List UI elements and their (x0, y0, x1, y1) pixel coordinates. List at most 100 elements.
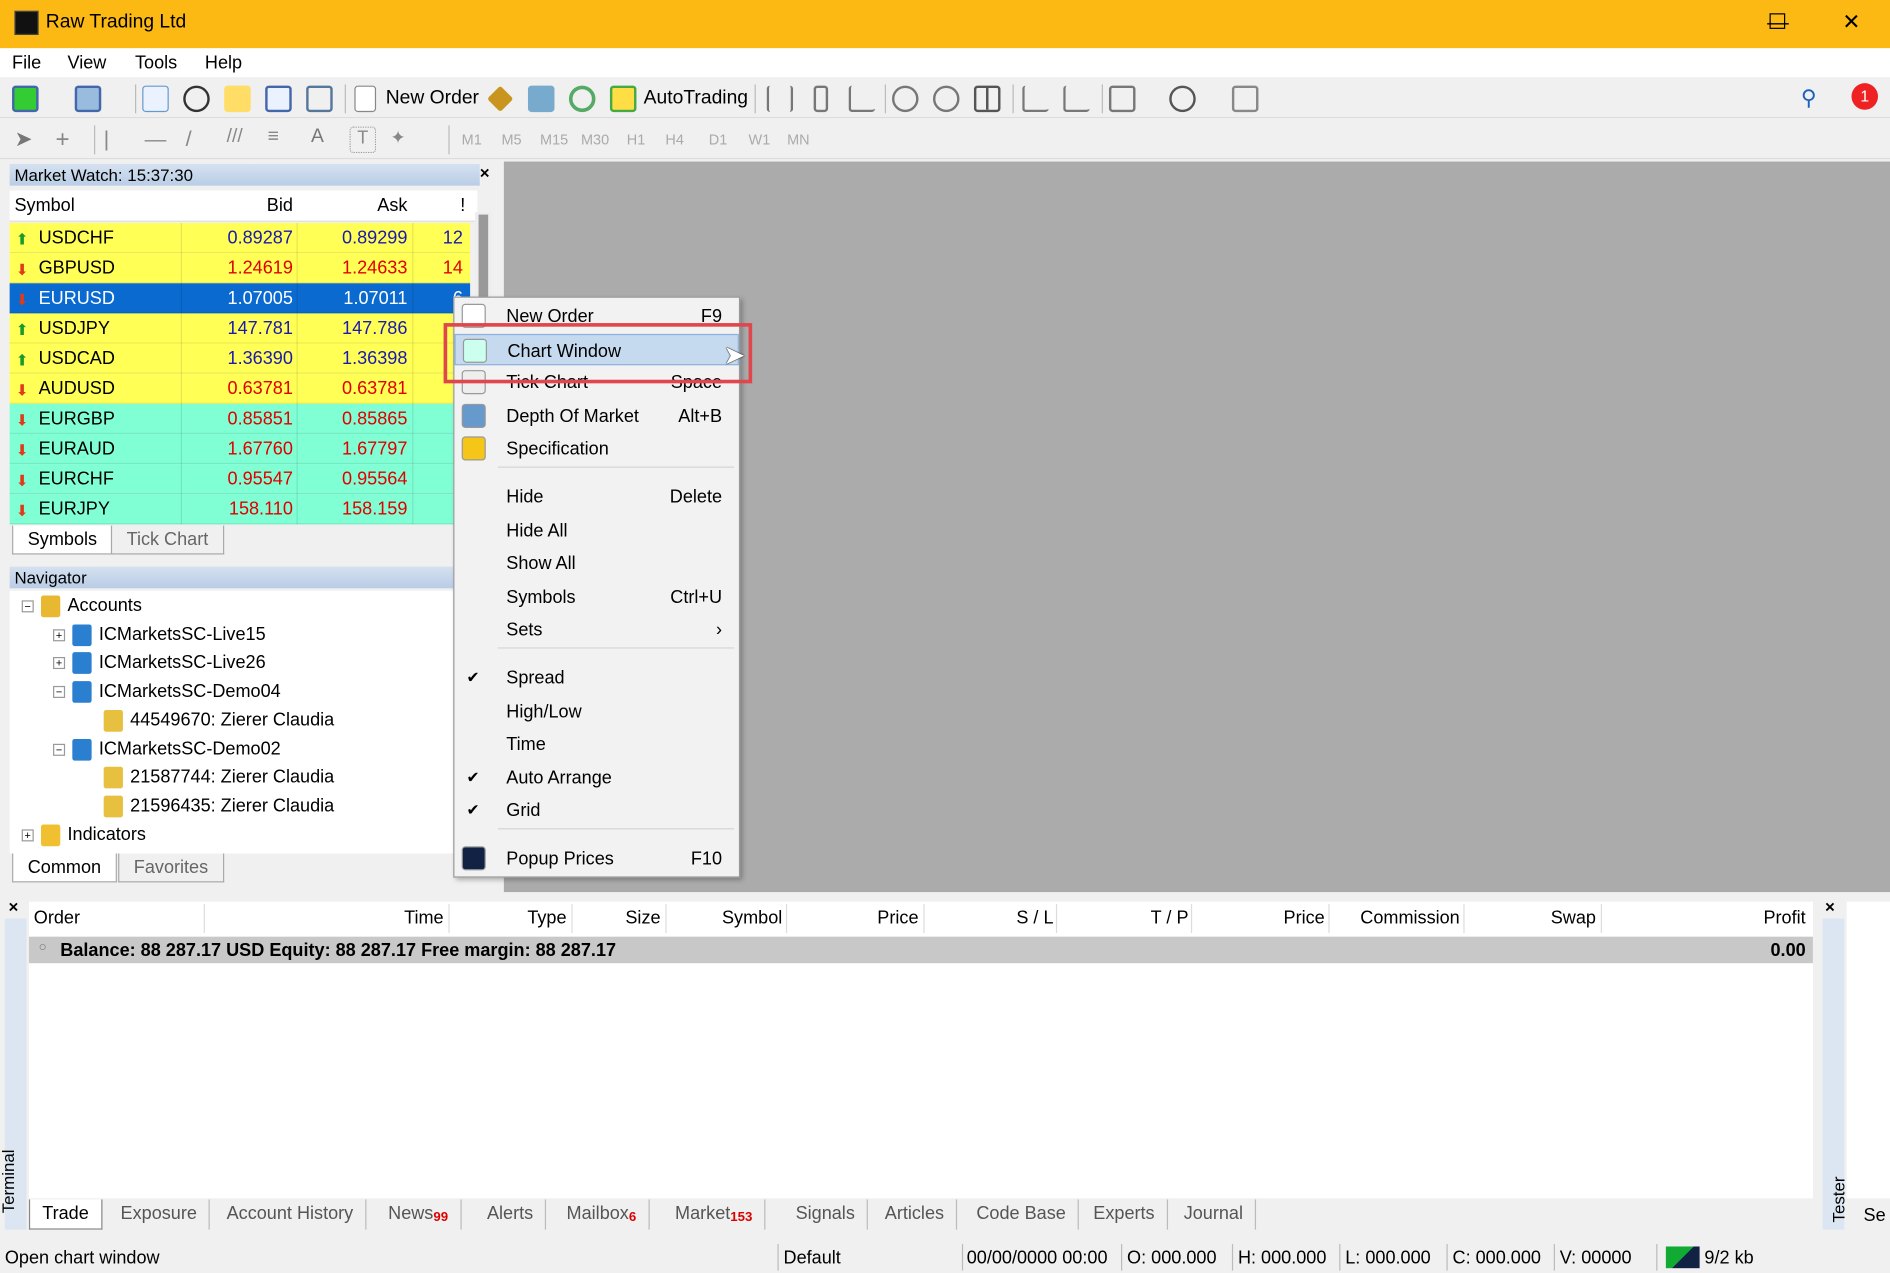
menu-item-popup-prices[interactable]: Popup Prices F10 (454, 843, 738, 874)
col-spread[interactable]: ! (460, 195, 465, 215)
expand-icon[interactable]: − (53, 686, 66, 699)
symbol-row[interactable]: ⬆ USDCHF 0.89287 0.89299 12 (9, 223, 471, 254)
expand-icon[interactable]: + (21, 828, 34, 841)
tester-tab[interactable]: Se (1864, 1206, 1886, 1226)
column-header[interactable]: Price (1284, 908, 1325, 928)
signals-icon[interactable] (527, 85, 555, 113)
zoom-out-icon[interactable] (932, 85, 960, 113)
metaeditor-icon[interactable] (487, 85, 514, 112)
expand-icon[interactable]: + (53, 657, 66, 670)
autotrading-button[interactable]: AutoTrading (644, 88, 748, 110)
symbol-row[interactable]: ⬇EURUSD1.070051.070116 (9, 283, 471, 314)
column-header[interactable]: Commission (1360, 908, 1459, 928)
tab-trade[interactable]: Trade (28, 1199, 103, 1230)
navigator-item[interactable]: + ICMarketsSC-Live26 (53, 653, 266, 675)
navigator-item[interactable]: + Indicators (21, 824, 146, 846)
search-icon[interactable]: ⚲ (1801, 86, 1828, 113)
column-header[interactable]: Type (527, 908, 566, 928)
navigator-item[interactable]: − ICMarketsSC-Demo04 (53, 681, 281, 703)
menu-item-depth-of-market[interactable]: Depth Of Market Alt+B (454, 400, 738, 431)
cursor-icon[interactable]: ➤ (14, 127, 41, 154)
expand-icon[interactable]: + (53, 628, 66, 641)
close-button[interactable]: ✕ (1833, 10, 1869, 35)
new-order-button[interactable]: New Order (386, 88, 479, 110)
timeframe-mn[interactable]: MN (787, 131, 810, 148)
menu-tools[interactable]: Tools (135, 53, 177, 73)
candlestick-icon[interactable] (813, 85, 829, 113)
status-profile[interactable]: Default (784, 1248, 841, 1268)
symbol-row[interactable]: ⬆ USDCAD 1.36390 1.36398 (9, 343, 471, 374)
navigator-item[interactable]: − Accounts (21, 596, 142, 618)
timeframe-h4[interactable]: H4 (665, 131, 683, 148)
notifications-badge[interactable]: 1 (1851, 83, 1879, 110)
tab-tick-chart[interactable]: Tick Chart (110, 525, 224, 555)
periods-clock-icon[interactable] (1169, 85, 1196, 113)
market-watch-icon[interactable] (142, 85, 169, 113)
timeframe-m5[interactable]: M5 (501, 131, 521, 148)
symbol-row[interactable]: ⬆ USDJPY 147.781 147.786 (9, 313, 471, 344)
tab-common[interactable]: Common (12, 853, 117, 883)
vertical-line-icon[interactable]: | (104, 127, 131, 154)
text-icon[interactable]: A (311, 127, 338, 154)
terminal-close-icon[interactable]: × (8, 897, 18, 916)
menu-item-grid[interactable]: ✔ Grid (454, 794, 738, 825)
column-header[interactable]: T / P (1151, 908, 1189, 928)
fibonacci-icon[interactable]: ≡ (268, 127, 295, 154)
zoom-in-icon[interactable] (891, 85, 919, 113)
tab-code-base[interactable]: Code Base (964, 1199, 1080, 1230)
terminal-icon[interactable] (265, 85, 292, 113)
timeframe-m15[interactable]: M15 (540, 131, 568, 148)
symbol-row[interactable]: ⬇ GBPUSD 1.24619 1.24633 14 (9, 253, 471, 284)
navigator-item[interactable]: 21587744: Zierer Claudia (84, 767, 334, 789)
navigator-item[interactable]: + ICMarketsSC-Live15 (53, 624, 266, 646)
market-watch-close-icon[interactable]: × (480, 163, 490, 182)
column-header[interactable]: Price (877, 908, 918, 928)
menu-item-auto-arrange[interactable]: ✔ Auto Arrange (454, 762, 738, 793)
data-window-icon[interactable] (183, 85, 210, 113)
text-label-icon[interactable]: T (349, 126, 377, 154)
menu-item-new-order[interactable]: New Order F9 (454, 300, 738, 331)
menu-item-time[interactable]: Time (454, 728, 738, 759)
symbol-row[interactable]: ⬇EURAUD1.677601.677973 (9, 433, 471, 465)
menu-item-hide-all[interactable]: Hide All (454, 515, 738, 546)
col-ask[interactable]: Ask (377, 195, 407, 215)
menu-file[interactable]: File (12, 53, 41, 73)
column-header[interactable]: Symbol (722, 908, 782, 928)
symbol-row[interactable]: ⬇EURGBP0.858510.858651 (9, 403, 471, 434)
auto-scroll-icon[interactable] (1022, 85, 1049, 113)
column-header[interactable]: S / L (1016, 908, 1053, 928)
tab-journal[interactable]: Journal (1172, 1199, 1257, 1230)
menu-item-high-low[interactable]: High/Low (454, 696, 738, 727)
col-symbol[interactable]: Symbol (14, 195, 74, 215)
menu-item-hide[interactable]: Hide Delete (454, 481, 738, 512)
tab-favorites[interactable]: Favorites (118, 853, 224, 883)
menu-view[interactable]: View (68, 53, 107, 73)
expand-icon[interactable]: − (53, 743, 66, 756)
tester-close-icon[interactable]: × (1825, 897, 1835, 916)
maximize-button[interactable] (1769, 13, 1786, 29)
col-bid[interactable]: Bid (267, 195, 293, 215)
tab-experts[interactable]: Experts (1081, 1199, 1168, 1230)
menu-item-show-all[interactable]: Show All (454, 547, 738, 578)
menu-help[interactable]: Help (205, 53, 242, 73)
timeframe-m1[interactable]: M1 (462, 131, 482, 148)
column-header[interactable]: Swap (1551, 908, 1596, 928)
tab-news[interactable]: News99 (376, 1199, 462, 1230)
tab-symbols[interactable]: Symbols (12, 525, 113, 555)
timeframe-d1[interactable]: D1 (709, 131, 727, 148)
balance-row[interactable]: ○ Balance: 88 287.17 USD Equity: 88 287.… (28, 936, 1813, 964)
column-header[interactable]: Size (625, 908, 660, 928)
menu-item-symbols[interactable]: Symbols Ctrl+U (454, 581, 738, 612)
navigator-item[interactable]: 44549670: Zierer Claudia (84, 710, 334, 732)
arrows-icon[interactable]: ✦ (391, 127, 418, 154)
timeframe-m30[interactable]: M30 (581, 131, 609, 148)
line-chart-icon[interactable] (848, 85, 876, 113)
navigator-item[interactable]: 21596435: Zierer Claudia (84, 795, 334, 818)
column-header[interactable]: Profit (1763, 908, 1805, 928)
market-icon[interactable] (568, 85, 596, 113)
column-header[interactable]: Order (34, 908, 80, 928)
tab-exposure[interactable]: Exposure (108, 1199, 211, 1230)
new-chart-icon[interactable] (12, 85, 39, 113)
tab-market[interactable]: Market153 (663, 1199, 766, 1230)
column-header[interactable]: Time (404, 908, 444, 928)
